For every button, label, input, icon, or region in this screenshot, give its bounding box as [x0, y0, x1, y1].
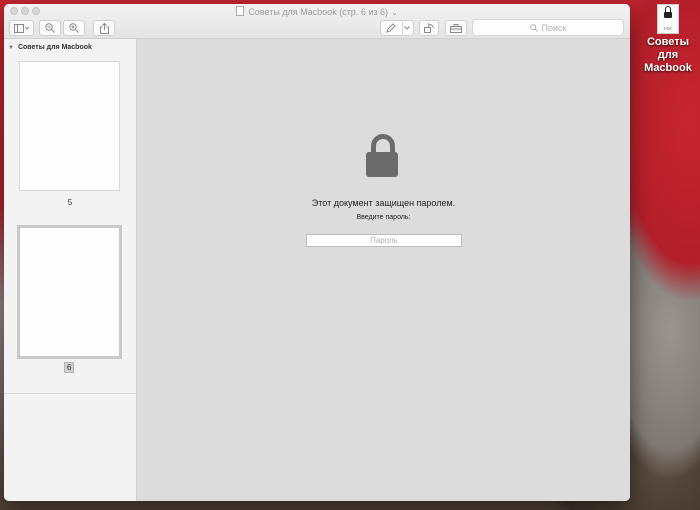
search-placeholder: Поиск — [541, 22, 567, 33]
lock-icon — [366, 134, 400, 178]
titlebar: Советы для Macbook (стр. 6 из 6) ⌄ Поиск — [4, 4, 630, 39]
sidebar-header-label: Советы для Macbook — [17, 44, 92, 51]
pdf-file-icon: PDF — [657, 4, 679, 34]
window-title: Советы для Macbook (стр. 6 из 6) — [248, 7, 388, 17]
search-field[interactable]: Поиск — [472, 19, 624, 36]
document-icon — [236, 6, 245, 16]
rotate-icon — [423, 23, 434, 33]
password-field[interactable] — [306, 234, 462, 247]
markup-pen-icon — [386, 23, 396, 33]
document-view: Этот документ защищен паролем. Введите п… — [137, 39, 630, 501]
zoom-out-button[interactable] — [39, 20, 61, 36]
share-icon — [99, 22, 109, 34]
disclosure-triangle-icon[interactable]: ▼ — [8, 45, 14, 51]
lock-icon — [664, 6, 672, 18]
page-number-label: 5 — [67, 198, 73, 207]
sidebar-header[interactable]: ▼ Советы для Macbook — [8, 44, 92, 51]
zoom-out-icon — [45, 23, 55, 33]
sidebar-toggle-icon — [13, 23, 29, 33]
page-thumbnail-5[interactable] — [19, 61, 120, 191]
sidebar-toggle-button[interactable] — [9, 20, 34, 36]
markup-button[interactable] — [380, 20, 414, 36]
thumbnail-sidebar: ▼ Советы для Macbook 5 6 — [4, 39, 137, 501]
file-extension-label: PDF — [664, 26, 672, 31]
desktop-file-label: Советы для Macbook — [644, 36, 692, 74]
chevron-down-icon — [404, 26, 410, 30]
window-title-area[interactable]: Советы для Macbook (стр. 6 из 6) ⌄ — [4, 6, 630, 17]
toolbox-icon — [450, 23, 462, 33]
zoom-in-icon — [69, 23, 79, 33]
zoom-in-button[interactable] — [63, 20, 85, 36]
toolbox-button[interactable] — [445, 20, 467, 36]
sidebar-divider — [4, 393, 136, 394]
share-button[interactable] — [93, 20, 115, 36]
rotate-button[interactable] — [419, 20, 439, 36]
preview-window: Советы для Macbook (стр. 6 из 6) ⌄ Поиск… — [4, 4, 630, 501]
page-thumbnail-6[interactable] — [17, 225, 122, 359]
desktop-file-icon[interactable]: PDF Советы для Macbook — [640, 4, 696, 75]
chevron-down-icon: ⌄ — [390, 8, 398, 17]
password-prompt-label: Введите пароль: — [356, 214, 411, 221]
page-number-label: 6 — [64, 362, 75, 373]
protected-message: Этот документ защищен паролем. — [311, 198, 456, 208]
search-icon — [529, 23, 538, 32]
